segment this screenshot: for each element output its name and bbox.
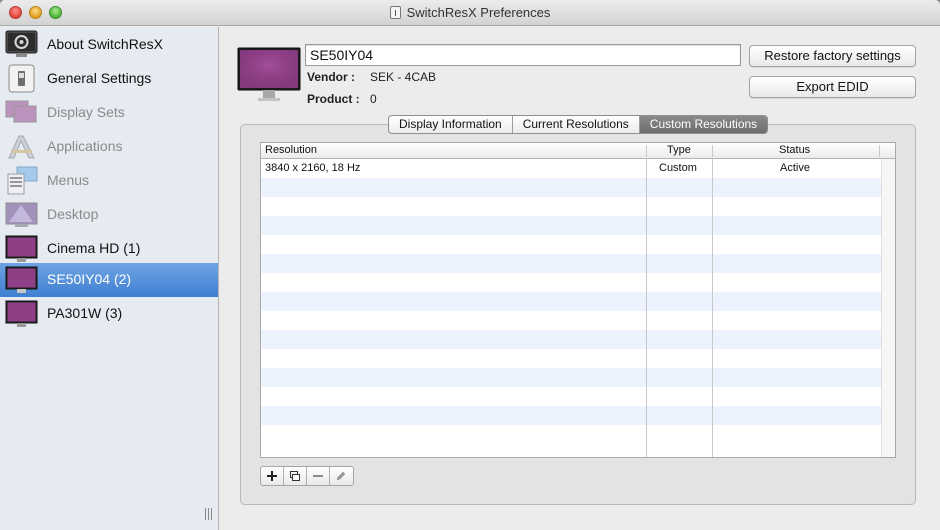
- sidebar-item-label: General Settings: [47, 70, 152, 86]
- table-row[interactable]: [261, 349, 881, 368]
- switch-icon: [5, 64, 38, 93]
- cell-resolution: 3840 x 2160, 18 Hz: [265, 162, 361, 174]
- sidebar-item-desktop[interactable]: Desktop: [0, 198, 218, 232]
- sidebar-item-cinema-hd[interactable]: Cinema HD (1): [0, 232, 218, 266]
- table-row[interactable]: [261, 273, 881, 292]
- restore-factory-settings-button[interactable]: Restore factory settings: [749, 45, 916, 67]
- add-icon: [267, 471, 277, 481]
- sidebar-item-pa301w[interactable]: PA301W (3): [0, 297, 218, 331]
- switch-document-icon: [389, 6, 401, 19]
- sidebar: About SwitchResX General Settings Displa…: [0, 27, 219, 530]
- switchresx-app-icon: [5, 30, 38, 59]
- product-value: 0: [370, 92, 377, 106]
- remove-resolution-button[interactable]: [307, 467, 330, 485]
- desktop-icon: [5, 200, 38, 229]
- add-resolution-button[interactable]: [261, 467, 284, 485]
- tab-bar: Display Information Current Resolutions …: [388, 115, 769, 134]
- duplicate-icon: [290, 471, 300, 481]
- edit-resolution-button[interactable]: [330, 467, 353, 485]
- table-row[interactable]: [261, 216, 881, 235]
- sidebar-item-menus[interactable]: Menus: [0, 164, 218, 198]
- sidebar-item-label: Menus: [47, 172, 90, 188]
- sidebar-item-display-sets[interactable]: Display Sets: [0, 96, 218, 130]
- sidebar-resize-handle[interactable]: [205, 508, 214, 520]
- table-row[interactable]: [261, 368, 881, 387]
- column-header-type[interactable]: Type: [667, 143, 691, 158]
- sidebar-item-label: PA301W (3): [47, 305, 123, 321]
- tab-current-resolutions[interactable]: Current Resolutions: [513, 116, 640, 133]
- window-title: SwitchResX Preferences: [406, 5, 551, 20]
- column-header-status[interactable]: Status: [779, 143, 810, 158]
- applications-icon: [5, 132, 38, 161]
- sidebar-item-label: Display Sets: [47, 104, 125, 120]
- sidebar-item-label: About SwitchResX: [47, 36, 163, 52]
- duplicate-resolution-button[interactable]: [284, 467, 307, 485]
- resolution-toolbar: [260, 466, 354, 486]
- export-edid-button[interactable]: Export EDID: [749, 76, 916, 98]
- table-row[interactable]: [261, 425, 881, 444]
- table-row[interactable]: 3840 x 2160, 18 Hz Custom Active: [261, 159, 881, 178]
- title-bar[interactable]: SwitchResX Preferences: [0, 0, 940, 26]
- sidebar-item-about[interactable]: About SwitchResX: [0, 28, 218, 62]
- table-row[interactable]: [261, 197, 881, 216]
- monitor-icon: [5, 234, 38, 263]
- vendor-label: Vendor :: [307, 70, 356, 84]
- cell-status: Active: [780, 162, 810, 174]
- sidebar-item-label: Cinema HD (1): [47, 240, 141, 256]
- tab-display-information[interactable]: Display Information: [389, 116, 513, 133]
- sidebar-item-general-settings[interactable]: General Settings: [0, 62, 218, 96]
- table-row[interactable]: [261, 387, 881, 406]
- table-row[interactable]: [261, 406, 881, 425]
- product-label: Product :: [307, 92, 360, 106]
- column-header-resolution[interactable]: Resolution: [265, 143, 317, 158]
- minus-icon: [313, 475, 323, 477]
- table-row[interactable]: [261, 292, 881, 311]
- table-scrollbar[interactable]: [881, 159, 895, 457]
- pencil-icon: [336, 471, 346, 481]
- cell-type: Custom: [659, 162, 697, 174]
- window-title-area: SwitchResX Preferences: [0, 0, 940, 26]
- sidebar-item-label: Applications: [47, 138, 123, 154]
- monitor-icon: [5, 265, 38, 294]
- table-row[interactable]: [261, 311, 881, 330]
- display-sets-icon: [5, 98, 38, 127]
- preferences-window: SwitchResX Preferences About SwitchResX: [0, 0, 940, 530]
- display-preview-icon: [237, 47, 301, 103]
- menus-icon: [5, 166, 38, 195]
- custom-resolutions-table[interactable]: Resolution Type Status 3840 x 2160, 18 H…: [260, 142, 896, 458]
- sidebar-item-label: SE50IY04 (2): [47, 271, 132, 287]
- monitor-icon: [5, 299, 38, 328]
- sidebar-item-se50iy04[interactable]: SE50IY04 (2): [0, 263, 218, 297]
- table-header: Resolution Type Status: [261, 143, 895, 159]
- table-row[interactable]: [261, 254, 881, 273]
- tab-custom-resolutions[interactable]: Custom Resolutions: [639, 116, 768, 133]
- table-row[interactable]: [261, 235, 881, 254]
- table-row[interactable]: [261, 330, 881, 349]
- display-name-field[interactable]: [305, 44, 741, 66]
- table-row[interactable]: [261, 178, 881, 197]
- vendor-value: SEK - 4CAB: [370, 70, 437, 84]
- sidebar-item-applications[interactable]: Applications: [0, 130, 218, 164]
- sidebar-item-label: Desktop: [47, 206, 99, 222]
